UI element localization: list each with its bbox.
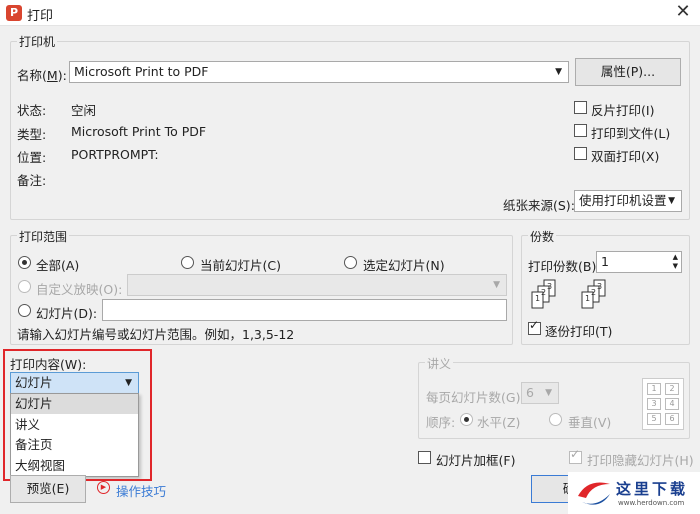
collate-page-number: 1 bbox=[585, 294, 590, 303]
collate-page-number: 2 bbox=[591, 288, 596, 297]
paper-source-label: 纸张来源(S): bbox=[503, 198, 575, 213]
collate-label: 逐份打印(T) bbox=[545, 324, 613, 339]
chevron-down-icon: ▼ bbox=[668, 196, 675, 206]
window-title: 打印 bbox=[27, 9, 54, 24]
custom-show-select[interactable]: ▼ bbox=[127, 274, 507, 296]
range-all-radio[interactable] bbox=[18, 256, 31, 269]
spinner-arrows-icon[interactable]: ▲ ▼ bbox=[673, 253, 678, 271]
preview-slide-number: 3 bbox=[647, 398, 661, 410]
range-slides-radio[interactable] bbox=[18, 304, 31, 317]
collate-page-number: 1 bbox=[535, 294, 540, 303]
per-page-select[interactable]: 6 ▼ bbox=[521, 382, 559, 404]
chevron-down-icon: ▼ bbox=[493, 280, 500, 290]
highlight-box bbox=[3, 349, 152, 481]
properties-button[interactable]: 属性(P)... bbox=[575, 58, 681, 86]
print-hidden-label: 打印隐藏幻灯片(H) bbox=[587, 453, 694, 468]
preview-slide-number: 1 bbox=[647, 383, 661, 395]
duplex-label: 双面打印(X) bbox=[591, 149, 660, 164]
preview-slide-number: 5 bbox=[647, 413, 661, 425]
status-value: 空闲 bbox=[71, 103, 97, 118]
order-horizontal-radio[interactable] bbox=[460, 413, 473, 426]
check-mark-icon: ✓ bbox=[529, 318, 540, 332]
tips-link[interactable]: 操作技巧 bbox=[116, 481, 166, 500]
collate-icon: 3 2 1 3 2 1 bbox=[531, 279, 606, 309]
close-icon[interactable]: ✕ bbox=[672, 1, 694, 23]
slides-range-input[interactable] bbox=[102, 299, 507, 321]
printer-group-label: 打印机 bbox=[17, 33, 58, 50]
copies-count-input[interactable]: 1 ▲ ▼ bbox=[596, 251, 682, 273]
print-range-label: 打印范围 bbox=[17, 228, 70, 245]
range-custom-radio[interactable] bbox=[18, 280, 31, 293]
range-current-label: 当前幻灯片(C) bbox=[200, 258, 281, 273]
reverse-print-checkbox[interactable] bbox=[574, 101, 587, 114]
duplex-checkbox[interactable] bbox=[574, 147, 587, 160]
location-value: PORTPROMPT: bbox=[71, 147, 159, 162]
frame-slides-checkbox[interactable] bbox=[418, 451, 431, 464]
handout-layout-preview: 1 2 3 4 5 6 bbox=[642, 378, 684, 430]
print-to-file-label: 打印到文件(L) bbox=[591, 126, 671, 141]
preview-button[interactable]: 预览(E) bbox=[10, 475, 86, 503]
collate-page-number: 3 bbox=[597, 282, 602, 291]
range-selected-label: 选定幻灯片(N) bbox=[363, 258, 445, 273]
handout-label: 讲义 bbox=[425, 355, 454, 372]
order-horizontal-label: 水平(Z) bbox=[477, 415, 521, 430]
comment-label: 备注: bbox=[17, 173, 47, 188]
paper-source-select[interactable]: 使用打印机设置 ▼ bbox=[574, 190, 682, 212]
watermark-title: 这里下载 bbox=[616, 480, 689, 498]
wps-presentation-icon: P bbox=[6, 5, 22, 21]
chevron-down-icon: ▼ bbox=[545, 388, 552, 398]
preview-slide-number: 6 bbox=[665, 413, 679, 425]
type-value: Microsoft Print To PDF bbox=[71, 124, 207, 139]
range-hint: 请输入幻灯片编号或幻灯片范围。例如，1,3,5-12 bbox=[17, 327, 295, 342]
watermark-url: www.herdown.com bbox=[618, 499, 685, 507]
printer-name-label: 名称(M): bbox=[17, 68, 67, 83]
reverse-print-label: 反片打印(I) bbox=[591, 103, 655, 118]
title-bar bbox=[0, 0, 700, 26]
range-current-radio[interactable] bbox=[181, 256, 194, 269]
collate-page-number: 2 bbox=[541, 288, 546, 297]
per-page-label: 每页幻灯片数(G): bbox=[426, 390, 525, 405]
print-to-file-checkbox[interactable] bbox=[574, 124, 587, 137]
site-watermark: 这里下载 www.herdown.com bbox=[568, 472, 700, 514]
range-selected-radio[interactable] bbox=[344, 256, 357, 269]
preview-slide-number: 4 bbox=[665, 398, 679, 410]
collate-page-number: 3 bbox=[547, 282, 552, 291]
play-circle-icon: ▶ bbox=[97, 481, 110, 494]
watermark-logo-icon bbox=[578, 482, 610, 505]
order-label: 顺序: bbox=[426, 415, 456, 430]
copies-count-label: 打印份数(B): bbox=[528, 259, 601, 274]
order-vertical-label: 垂直(V) bbox=[568, 415, 612, 430]
frame-slides-label: 幻灯片加框(F) bbox=[436, 453, 516, 468]
preview-slide-number: 2 bbox=[665, 383, 679, 395]
order-vertical-radio[interactable] bbox=[549, 413, 562, 426]
range-custom-label: 自定义放映(O): bbox=[36, 282, 123, 297]
type-label: 类型: bbox=[17, 127, 47, 142]
chevron-down-icon: ▼ bbox=[555, 67, 562, 77]
location-label: 位置: bbox=[17, 150, 47, 165]
printer-name-select[interactable]: Microsoft Print to PDF ▼ bbox=[69, 61, 569, 83]
status-label: 状态: bbox=[17, 103, 47, 118]
range-slides-label: 幻灯片(D): bbox=[36, 306, 98, 321]
range-all-label: 全部(A) bbox=[36, 258, 80, 273]
copies-label: 份数 bbox=[528, 228, 557, 245]
check-mark-icon: ✓ bbox=[570, 447, 581, 461]
